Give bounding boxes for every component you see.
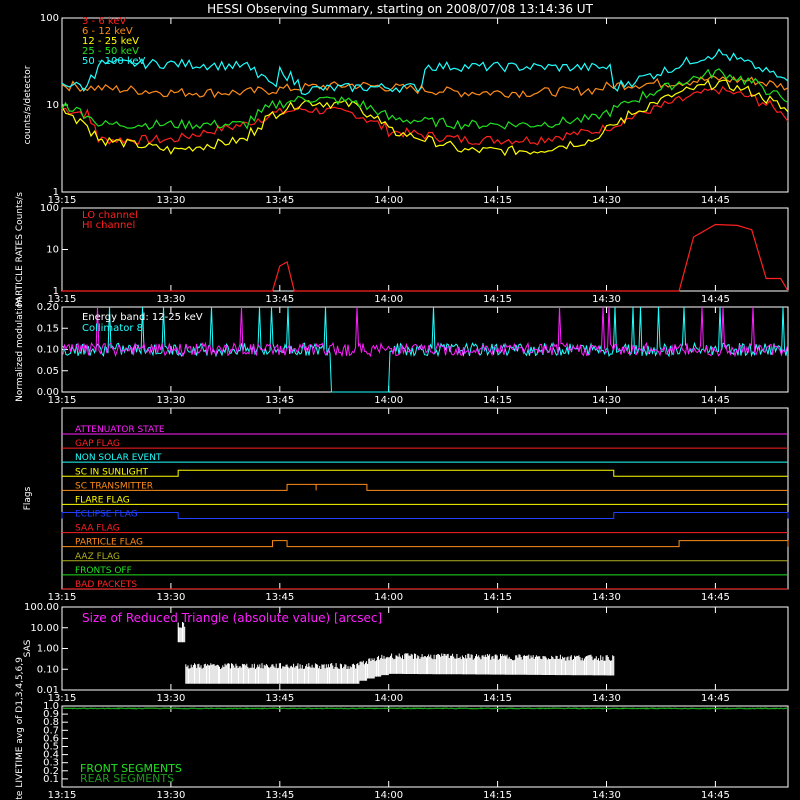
y-tick-label: 1.00 <box>37 644 59 655</box>
flag-line-6 <box>61 512 789 519</box>
x-tick-label: 14:15 <box>483 592 512 603</box>
flag-label-11: BAD PACKETS <box>75 580 137 590</box>
x-tick-label: 13:30 <box>156 395 185 406</box>
x-tick-label: 14:45 <box>701 294 730 305</box>
y-tick-label: 1 <box>53 187 59 198</box>
x-tick-label: 14:00 <box>374 693 403 704</box>
panel-frame-0 <box>61 17 789 193</box>
series-line-0 <box>61 85 789 146</box>
x-tick-label: 14:15 <box>483 790 512 800</box>
x-tick-label: 13:30 <box>156 294 185 305</box>
energy-band-label: Energy band: 12-25 keV <box>82 312 203 323</box>
x-tick-label: 14:30 <box>592 693 621 704</box>
y-axis-label: counts/s/detector <box>23 65 33 144</box>
sas-annotation: Size of Reduced Triangle (absolute value… <box>82 611 382 625</box>
collimator-label: Collimator 8 <box>82 323 143 334</box>
x-tick-label: 13:30 <box>156 592 185 603</box>
flag-label-5: FLARE FLAG <box>75 495 130 505</box>
x-tick-label: 14:15 <box>483 195 512 206</box>
x-tick-label: 14:45 <box>701 395 730 406</box>
flag-label-1: GAP FLAG <box>75 439 120 449</box>
series-line-3 <box>61 68 789 131</box>
y-tick-label: 100 <box>40 203 59 214</box>
x-tick-label: 13:30 <box>156 195 185 206</box>
x-tick-label: 14:45 <box>701 592 730 603</box>
flag-label-9: AAZ FLAG <box>75 552 120 562</box>
y-axis-label: Mon. Rate LIVETIME avg of D1,3,4,5,6,9 <box>15 657 25 800</box>
hessi-summary-chart: HESSI Observing Summary, starting on 200… <box>15 2 789 800</box>
x-tick-label: 13:45 <box>265 790 294 800</box>
y-tick-label: 0.01 <box>37 685 59 696</box>
y-tick-label: 0.10 <box>37 664 59 675</box>
y-tick-label: 100.00 <box>24 602 59 613</box>
x-tick-label: 13:45 <box>265 195 294 206</box>
y-axis-label: Normalized modulation <box>15 297 25 402</box>
x-tick-label: 14:45 <box>701 195 730 206</box>
flag-label-6: ECLIPSE FLAG <box>75 510 138 520</box>
y-tick-label: 1 <box>53 286 59 297</box>
series-line-1 <box>61 75 789 99</box>
x-tick-label: 14:30 <box>592 395 621 406</box>
y-axis-label: PARTICLE RATES Counts/s <box>15 192 25 307</box>
x-tick-label: 14:45 <box>701 790 730 800</box>
x-tick-label: 13:30 <box>156 693 185 704</box>
y-axis-label: SAS <box>23 639 33 657</box>
flag-label-7: SAA FLAG <box>75 524 120 534</box>
y-tick-label: 0.10 <box>37 345 59 356</box>
particle-legend-1: HI channel <box>82 220 135 231</box>
x-tick-label: 14:00 <box>374 395 403 406</box>
x-tick-label: 14:30 <box>592 294 621 305</box>
flag-label-4: SC TRANSMITTER <box>75 481 153 491</box>
x-tick-label: 14:15 <box>483 395 512 406</box>
x-tick-label: 14:30 <box>592 790 621 800</box>
x-tick-label: 14:30 <box>592 195 621 206</box>
y-tick-label: 10.00 <box>30 623 59 634</box>
x-tick-label: 14:15 <box>483 294 512 305</box>
panel-frame-1 <box>61 207 789 292</box>
x-tick-label: 14:30 <box>592 592 621 603</box>
series-line-4 <box>61 48 789 96</box>
flag-label-0: ATTENUATOR STATE <box>75 425 165 435</box>
y-axis-label: Flags <box>23 486 33 510</box>
flag-label-3: SC IN SUNLIGHT <box>75 467 149 477</box>
chart-title: HESSI Observing Summary, starting on 200… <box>207 2 593 16</box>
x-tick-label: 14:45 <box>701 693 730 704</box>
panel-frame-3 <box>61 407 789 590</box>
flag-label-10: FRONTS OFF <box>75 566 132 576</box>
x-tick-label: 13:15 <box>48 790 77 800</box>
sas-series <box>177 622 615 684</box>
flag-line-3 <box>62 469 788 477</box>
x-tick-label: 13:45 <box>265 693 294 704</box>
y-tick-label: 100 <box>40 13 59 24</box>
livetime-legend-1: REAR SEGMENTS <box>80 772 174 785</box>
flag-line-4 <box>62 483 788 491</box>
particle-series-1 <box>62 223 789 292</box>
flag-label-2: NON SOLAR EVENT <box>75 453 162 463</box>
x-tick-label: 14:00 <box>374 790 403 800</box>
flag-line-8 <box>62 540 789 548</box>
x-tick-label: 14:00 <box>374 592 403 603</box>
x-tick-label: 14:00 <box>374 294 403 305</box>
y-tick-label: 0.15 <box>37 323 59 334</box>
y-tick-label: 10 <box>46 100 59 111</box>
x-tick-label: 13:45 <box>265 395 294 406</box>
legend-entry-4: 50 - 100 keV <box>82 56 146 67</box>
x-tick-label: 13:45 <box>265 294 294 305</box>
y-tick-label: 0.05 <box>37 366 59 377</box>
y-tick-label: 0.1 <box>43 774 59 785</box>
y-tick-label: 0.00 <box>37 387 59 398</box>
flag-label-8: PARTICLE FLAG <box>75 538 143 548</box>
y-tick-label: 10 <box>46 245 59 256</box>
x-tick-label: 14:00 <box>374 195 403 206</box>
x-tick-label: 13:45 <box>265 592 294 603</box>
y-tick-label: 0.20 <box>37 302 59 313</box>
x-tick-label: 13:30 <box>156 790 185 800</box>
x-tick-label: 14:15 <box>483 693 512 704</box>
